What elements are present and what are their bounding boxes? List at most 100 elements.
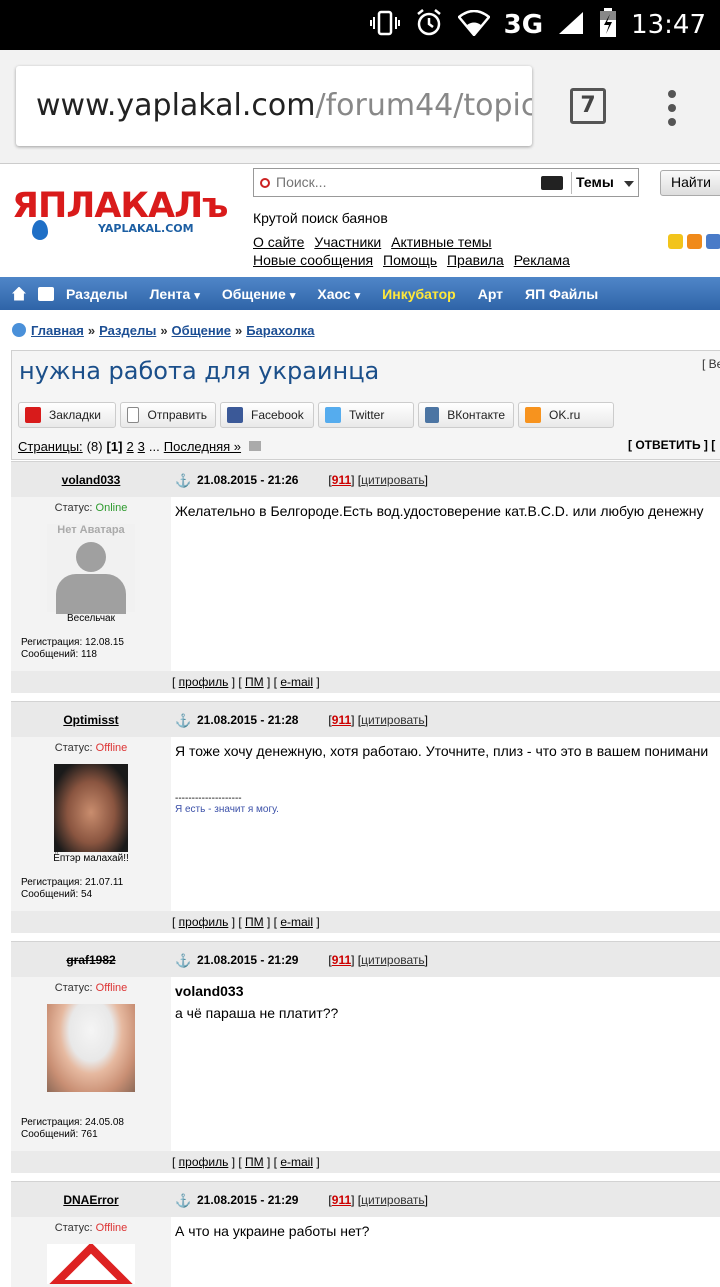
- okru-button[interactable]: OK.ru: [518, 402, 614, 428]
- link-about[interactable]: О сайте: [253, 234, 304, 250]
- breadcrumb-communication[interactable]: Общение: [172, 323, 231, 338]
- post-author-info: Статус: Offline: [11, 1217, 171, 1287]
- anchor-icon[interactable]: ⚓: [175, 473, 191, 488]
- post-author-info: Статус: Offline Ёптэр малахай!! Регистра…: [11, 737, 171, 911]
- thumbs-up-icon[interactable]: [38, 286, 54, 301]
- search-scope-select[interactable]: Темы: [576, 174, 614, 190]
- link-rules[interactable]: Правила: [447, 252, 504, 268]
- twitter-button[interactable]: Twitter: [318, 402, 414, 428]
- wifi-icon: [456, 9, 491, 40]
- version-link[interactable]: [ Верс: [702, 357, 720, 371]
- header-icons: [668, 234, 720, 249]
- page-2-link[interactable]: 2: [126, 439, 133, 454]
- post-date: 21.08.2015 - 21:28: [197, 712, 299, 727]
- user-rank: Весельчак: [67, 613, 115, 624]
- user-status: Offline: [95, 982, 128, 994]
- link-help[interactable]: Помощь: [383, 252, 437, 268]
- profile-link[interactable]: профиль: [179, 675, 229, 689]
- quote-link[interactable]: цитировать: [361, 1193, 425, 1207]
- signature: Я есть - значит я могу.: [175, 804, 279, 815]
- nav-chaos[interactable]: Хаос: [317, 286, 360, 302]
- current-page: [1]: [106, 438, 123, 454]
- quote-link[interactable]: цитировать: [361, 953, 425, 967]
- breadcrumb-sections[interactable]: Разделы: [99, 323, 156, 338]
- avatar: [46, 1242, 136, 1287]
- post-body: Статус: Offline А что на украине работы …: [11, 1217, 720, 1287]
- nav-incubator[interactable]: Инкубатор: [382, 286, 456, 302]
- link-new-messages[interactable]: Новые сообщения: [253, 252, 373, 268]
- email-link[interactable]: e-mail: [280, 675, 313, 689]
- breadcrumb-flea-market[interactable]: Барахолка: [246, 323, 314, 338]
- pages-ellipsis: ...: [148, 438, 160, 454]
- facebook-button[interactable]: Facebook: [220, 402, 314, 428]
- pages-count: (8): [86, 438, 103, 454]
- logo-drop-icon: [32, 220, 48, 240]
- nav-sections[interactable]: Разделы: [66, 286, 128, 302]
- battery-icon: [599, 8, 617, 42]
- dropdown-icon[interactable]: [249, 441, 262, 451]
- vk-icon: [425, 407, 440, 423]
- search-button[interactable]: Найти: [660, 170, 720, 196]
- pm-link[interactable]: ПМ: [245, 915, 264, 929]
- report-link[interactable]: 911: [332, 1193, 351, 1207]
- link-members[interactable]: Участники: [314, 234, 381, 250]
- email-link[interactable]: e-mail: [280, 915, 313, 929]
- bookmarks-button[interactable]: Закладки: [18, 402, 116, 428]
- link-active-topics[interactable]: Активные темы: [391, 234, 492, 250]
- post-body: Статус: Online Нет Аватара Весельчак Рег…: [11, 497, 720, 671]
- quote-link[interactable]: цитировать: [361, 713, 425, 727]
- search-input[interactable]: [276, 174, 516, 190]
- share-bar: Закладки Отправить Facebook Twitter ВКон…: [12, 397, 720, 433]
- camera-icon[interactable]: [541, 176, 563, 190]
- last-page-link[interactable]: Последняя »: [164, 439, 241, 454]
- post-author[interactable]: graf1982: [11, 953, 171, 967]
- pm-link[interactable]: ПМ: [245, 675, 264, 689]
- post-text: Я тоже хочу денежную, хотя работаю. Уточ…: [175, 743, 709, 759]
- post-author[interactable]: Optimisst: [11, 713, 171, 727]
- signature-divider: --------------------: [175, 793, 242, 804]
- reply-button[interactable]: [ ОТВЕТИТЬ ] [: [628, 438, 715, 452]
- report-link[interactable]: 911: [332, 473, 351, 487]
- page-3-link[interactable]: 3: [138, 439, 145, 454]
- pages-label[interactable]: Страницы:: [18, 439, 83, 454]
- home-icon[interactable]: [12, 286, 26, 301]
- post-date: 21.08.2015 - 21:26: [197, 472, 299, 487]
- quote-link[interactable]: цитировать: [361, 473, 425, 487]
- avatar: Нет Аватара: [47, 524, 135, 614]
- pencil-icon[interactable]: [706, 234, 720, 249]
- post: graf1982 ⚓ 21.08.2015 - 21:29 [ 911 ] [ …: [11, 941, 720, 1173]
- profile-link[interactable]: профиль: [179, 1155, 229, 1169]
- anchor-icon[interactable]: ⚓: [175, 713, 191, 728]
- post-author[interactable]: voland033: [11, 473, 171, 487]
- nav-art[interactable]: Арт: [478, 286, 503, 302]
- url-bar[interactable]: www.yaplakal.com/forum44/topic1: [16, 66, 532, 146]
- post-author-info: Статус: Online Нет Аватара Весельчак Рег…: [11, 497, 171, 671]
- search-divider: [571, 172, 572, 194]
- rss-icon[interactable]: [687, 234, 702, 249]
- post-author[interactable]: DNAError: [11, 1193, 171, 1207]
- tab-switcher-button[interactable]: 7: [570, 88, 606, 124]
- profile-link[interactable]: профиль: [179, 915, 229, 929]
- vkontakte-button[interactable]: ВКонтакте: [418, 402, 514, 428]
- nav-communication[interactable]: Общение: [222, 286, 296, 302]
- report-link[interactable]: 911: [332, 713, 351, 727]
- user-rank: Ёптэр малахай!!: [53, 853, 129, 864]
- nav-feed[interactable]: Лента: [150, 286, 200, 302]
- twitter-icon: [325, 407, 341, 423]
- anchor-icon[interactable]: ⚓: [175, 1193, 191, 1208]
- anchor-icon[interactable]: ⚓: [175, 953, 191, 968]
- pm-link[interactable]: ПМ: [245, 1155, 264, 1169]
- breadcrumb-home[interactable]: Главная: [31, 323, 84, 338]
- link-ads[interactable]: Реклама: [514, 252, 570, 268]
- report-link[interactable]: 911: [332, 953, 351, 967]
- post-date: 21.08.2015 - 21:29: [197, 952, 299, 967]
- send-button[interactable]: Отправить: [120, 402, 216, 428]
- post-footer: [ профиль ] [ ПМ ] [ e-mail ]: [11, 911, 720, 933]
- email-link[interactable]: e-mail: [280, 1155, 313, 1169]
- chevron-down-icon[interactable]: [624, 181, 634, 187]
- browser-menu-icon[interactable]: [668, 90, 680, 132]
- star-icon[interactable]: [668, 234, 683, 249]
- search-icon: [260, 178, 270, 188]
- quoted-user[interactable]: voland033: [175, 983, 720, 999]
- nav-files[interactable]: ЯП Файлы: [525, 286, 598, 302]
